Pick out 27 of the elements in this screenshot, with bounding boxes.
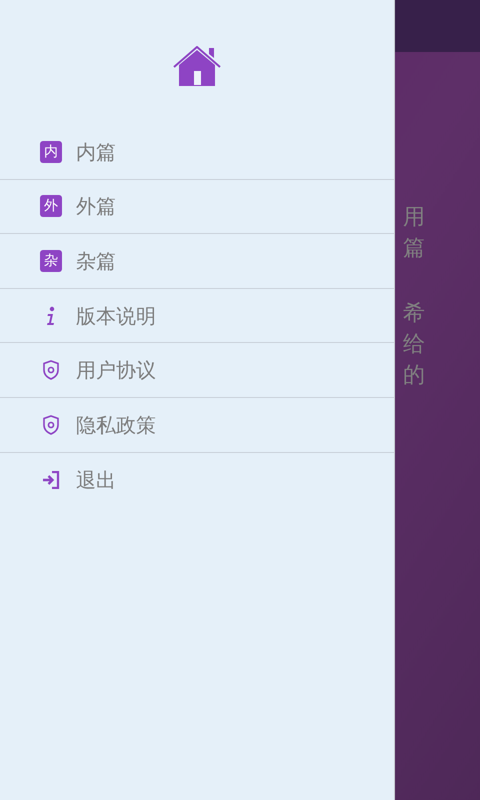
badge-icon: 外 bbox=[40, 195, 62, 218]
menu-label: 退出 bbox=[76, 466, 116, 494]
background-text: 篇 bbox=[403, 235, 425, 263]
menu-label: 外篇 bbox=[76, 193, 116, 220]
menu-item[interactable]: 外 外篇 bbox=[0, 180, 394, 234]
info-icon bbox=[46, 306, 56, 326]
shield-icon bbox=[43, 360, 59, 380]
menu-item[interactable]: 用户协议 bbox=[0, 343, 394, 398]
background-text: 的 bbox=[403, 362, 425, 390]
shield-icon bbox=[43, 414, 59, 435]
menu-label: 内篇 bbox=[76, 138, 116, 166]
background-text: 给 bbox=[403, 331, 425, 359]
badge-icon: 杂 bbox=[40, 250, 62, 272]
menu-label: 版本说明 bbox=[76, 302, 156, 330]
menu-label: 隐私政策 bbox=[76, 412, 156, 439]
background-text: 希 bbox=[403, 300, 425, 328]
menu-item[interactable]: 退出 bbox=[0, 452, 394, 508]
background-text: 用 bbox=[403, 204, 425, 232]
badge-icon: 内 bbox=[40, 140, 62, 163]
home-icon[interactable] bbox=[173, 46, 221, 88]
menu-item[interactable]: 内 内篇 bbox=[0, 125, 394, 180]
menu-label: 用户协议 bbox=[76, 357, 156, 384]
menu-item[interactable]: 版本说明 bbox=[0, 288, 394, 344]
menu-label: 杂篇 bbox=[76, 248, 116, 275]
menu-item[interactable]: 杂 杂篇 bbox=[0, 234, 394, 289]
exit-icon bbox=[42, 470, 60, 489]
menu-item[interactable]: 隐私政策 bbox=[0, 398, 394, 453]
